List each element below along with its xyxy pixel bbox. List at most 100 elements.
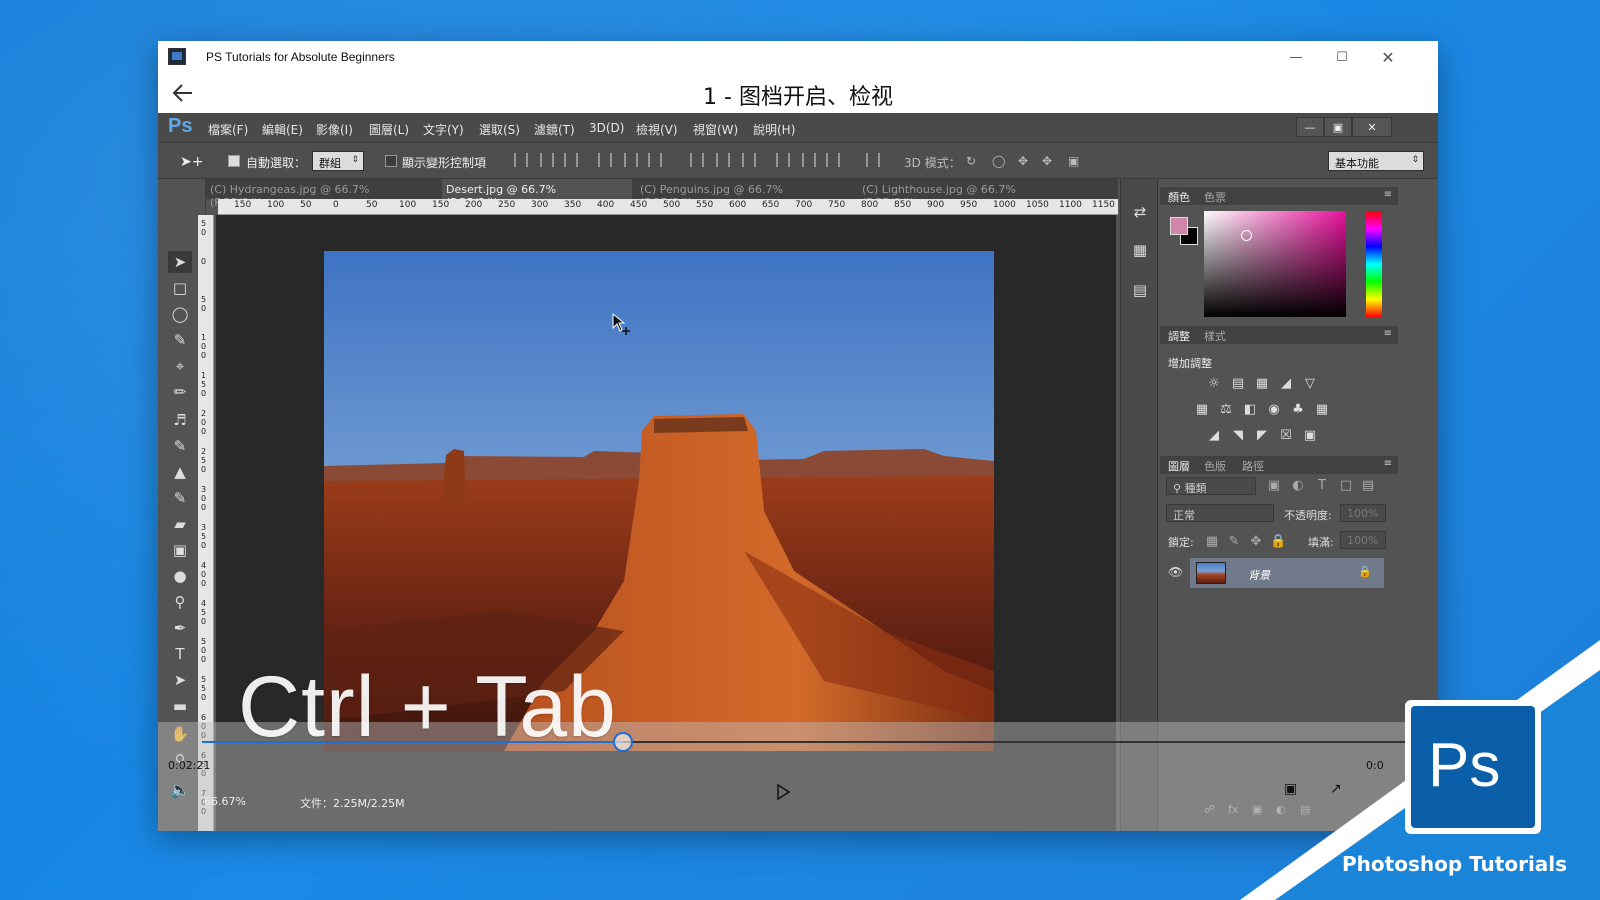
curves-icon[interactable]: ▦ — [1254, 377, 1270, 391]
properties-panel-icon[interactable]: ▦ — [1129, 241, 1151, 263]
filter-adjust-icon[interactable]: ◐ — [1290, 479, 1306, 493]
brush-tool-icon[interactable]: ✎ — [168, 435, 192, 457]
3d-roll-icon[interactable]: ◯ — [992, 154, 1005, 168]
tab-channels[interactable]: 色版 — [1204, 458, 1226, 474]
tab-swatches[interactable]: 色票 — [1204, 189, 1226, 205]
crop-tool-icon[interactable]: ⌖ — [168, 355, 192, 377]
marquee-tool-icon[interactable]: □ — [168, 277, 192, 299]
menu-item[interactable]: 編輯(E) — [262, 121, 303, 138]
align-left-icon[interactable] — [598, 153, 612, 167]
document-tab[interactable]: Desert.jpg @ 66.7% (RGB/8#)× — [442, 179, 632, 209]
lasso-tool-icon[interactable]: ◯ — [168, 303, 192, 325]
menu-item[interactable]: 影像(I) — [316, 121, 353, 138]
black-white-icon[interactable]: ◧ — [1242, 403, 1258, 417]
maximize-button[interactable]: ☐ — [1319, 41, 1365, 73]
ps-restore-icon[interactable]: ▣ — [1324, 117, 1352, 137]
eye-icon[interactable]: 👁 — [1168, 565, 1183, 579]
gradient-map-icon[interactable]: ▣ — [1302, 429, 1318, 443]
popout-icon[interactable]: ↗ — [1330, 781, 1342, 797]
layer-kind-filter[interactable]: ⚲ 種類 — [1166, 477, 1256, 495]
play-icon[interactable] — [774, 783, 792, 801]
show-transform-checkbox[interactable] — [385, 155, 397, 167]
menu-item[interactable]: 3D(D) — [589, 121, 624, 135]
hue-slider[interactable] — [1366, 211, 1382, 317]
gradient-tool-icon[interactable]: ▣ — [168, 539, 192, 561]
close-button[interactable]: ✕ — [1365, 41, 1411, 73]
foreground-color-swatch[interactable] — [1170, 217, 1188, 235]
tab-styles[interactable]: 樣式 — [1204, 328, 1226, 344]
distribute-bottom-icon[interactable] — [742, 153, 756, 167]
type-tool-icon[interactable]: T — [168, 643, 192, 665]
quick-select-tool-icon[interactable]: ✎ — [168, 329, 192, 351]
filter-type-icon[interactable]: T — [1314, 479, 1330, 493]
distribute-hcenter-icon[interactable] — [802, 153, 816, 167]
tab-layers[interactable]: 圖層 — [1168, 458, 1190, 474]
align-bottom-icon[interactable] — [564, 153, 578, 167]
move-tool-icon[interactable]: ➤ — [168, 251, 192, 273]
blur-tool-icon[interactable]: ● — [168, 565, 192, 587]
align-hcenter-icon[interactable] — [624, 153, 638, 167]
threshold-icon[interactable]: ◤ — [1254, 429, 1270, 443]
stamp-tool-icon[interactable]: ▲ — [168, 461, 192, 483]
document-tab[interactable]: (C) Lighthouse.jpg @ 66.7% (RGB/8#)× — [858, 179, 1080, 209]
channel-mixer-icon[interactable]: ♣ — [1290, 403, 1306, 417]
layer-name[interactable]: 背景 — [1248, 567, 1270, 583]
levels-icon[interactable]: ▤ — [1230, 377, 1246, 391]
3d-drag-icon[interactable]: ✥ — [1018, 154, 1028, 168]
healing-brush-icon[interactable]: ♬ — [168, 409, 192, 431]
panel-menu-icon[interactable]: ≡ — [1384, 189, 1392, 200]
eyedropper-tool-icon[interactable]: ✏ — [168, 381, 192, 403]
menu-item[interactable]: 選取(S) — [479, 121, 520, 138]
ps-close-icon[interactable]: ✕ — [1352, 117, 1392, 137]
fill-field[interactable]: 100% — [1340, 531, 1386, 549]
workspace-dropdown[interactable]: 基本功能 — [1328, 151, 1424, 171]
menu-item[interactable]: 檢視(V) — [636, 121, 678, 138]
panel-menu-icon[interactable]: ≡ — [1384, 328, 1392, 339]
invert-icon[interactable]: ◢ — [1206, 429, 1222, 443]
photo-filter-icon[interactable]: ◉ — [1266, 403, 1282, 417]
color-balance-icon[interactable]: ⚖ — [1218, 403, 1234, 417]
brightness-icon[interactable]: ☼ — [1206, 377, 1222, 391]
move-tool-icon[interactable]: ➤+ — [180, 154, 203, 170]
volume-icon[interactable]: 🔈 — [170, 780, 190, 799]
exposure-icon[interactable]: ◢ — [1278, 377, 1294, 391]
color-lookup-icon[interactable]: ▦ — [1314, 403, 1330, 417]
blend-mode-select[interactable]: 正常 — [1166, 504, 1274, 522]
path-select-tool-icon[interactable]: ➤ — [168, 669, 192, 691]
eraser-tool-icon[interactable]: ▰ — [168, 513, 192, 535]
history-brush-icon[interactable]: ✎ — [168, 487, 192, 509]
tab-paths[interactable]: 路徑 — [1242, 458, 1264, 474]
filter-smart-icon[interactable]: ▤ — [1360, 479, 1376, 493]
lock-all-icon[interactable]: 🔒 — [1270, 535, 1286, 549]
menu-item[interactable]: 濾鏡(T) — [534, 121, 575, 138]
document-tab[interactable]: (C) Hydrangeas.jpg @ 66.7% (RGB/8#)× — [206, 179, 438, 209]
filter-shape-icon[interactable]: □ — [1338, 479, 1354, 493]
auto-select-dropdown[interactable]: 群組 — [312, 151, 364, 171]
selective-color-icon[interactable]: ☒ — [1278, 429, 1294, 443]
ps-minimize-icon[interactable]: — — [1296, 117, 1324, 137]
hue-saturation-icon[interactable]: ▦ — [1194, 403, 1210, 417]
tab-adjustments[interactable]: 調整 — [1168, 328, 1190, 344]
lock-position-icon[interactable]: ✥ — [1248, 535, 1264, 549]
document-tab[interactable]: (C) Penguins.jpg @ 66.7% (RGB/8#)× — [636, 179, 854, 209]
distribute-top-icon[interactable] — [690, 153, 704, 167]
align-vcenter-icon[interactable] — [540, 153, 554, 167]
align-top-icon[interactable] — [514, 153, 528, 167]
video-player[interactable]: Ps 檔案(F) 編輯(E) 影像(I) 圖層(L) 文字(Y) 選取(S) 濾鏡(T) 3D… — [158, 113, 1438, 831]
menu-item[interactable]: 視窗(W) — [693, 121, 738, 138]
menu-item[interactable]: 圖層(L) — [369, 121, 409, 138]
vibrance-icon[interactable]: ▽ — [1302, 377, 1318, 391]
distribute-vcenter-icon[interactable] — [716, 153, 730, 167]
menu-item[interactable]: 檔案(F) — [208, 121, 248, 138]
clone-source-panel-icon[interactable]: ▤ — [1129, 281, 1151, 303]
filter-pixel-icon[interactable]: ▣ — [1266, 479, 1282, 493]
color-picker-handle[interactable] — [1241, 230, 1252, 241]
shape-tool-icon[interactable]: ▬ — [168, 695, 192, 717]
lock-pixels-icon[interactable]: ✎ — [1226, 535, 1242, 549]
opacity-field[interactable]: 100% — [1340, 504, 1386, 522]
distribute-right-icon[interactable] — [826, 153, 840, 167]
menu-item[interactable]: 文字(Y) — [423, 121, 464, 138]
auto-align-icon[interactable] — [866, 153, 880, 167]
fit-screen-icon[interactable]: ▣ — [1284, 781, 1297, 797]
history-panel-icon[interactable]: ⇄ — [1129, 203, 1151, 225]
